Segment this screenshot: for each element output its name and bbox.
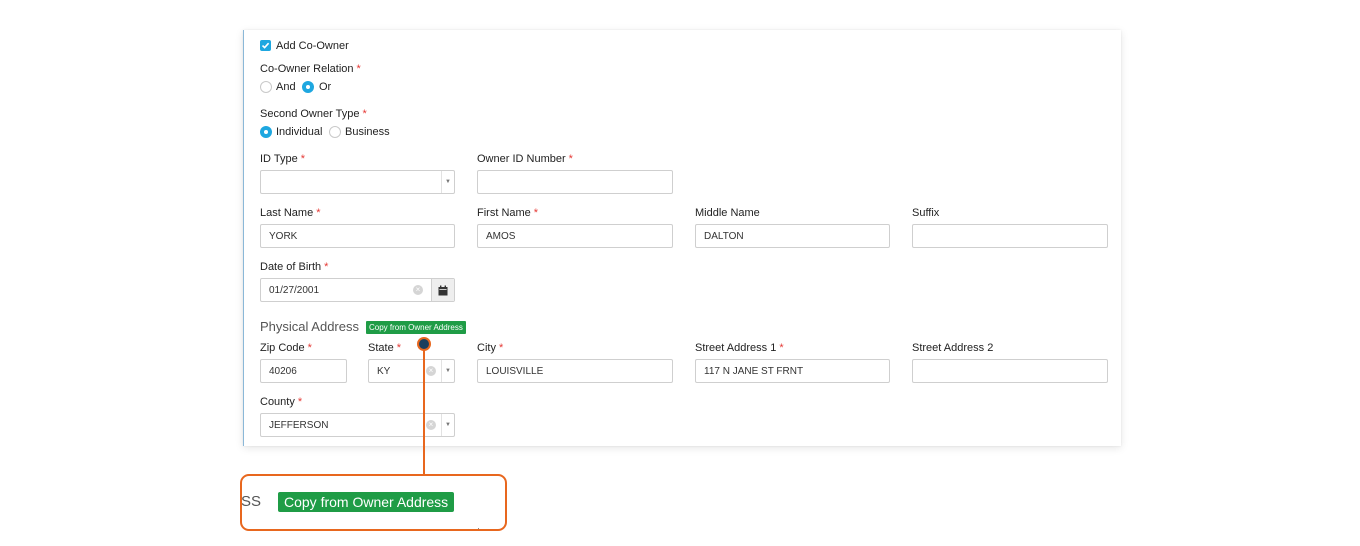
callout-marker [417, 337, 431, 351]
street-address-2-label: Street Address 2 [912, 342, 994, 354]
suffix-label: Suffix [912, 207, 940, 219]
street-address-1-label: Street Address 1 * [695, 342, 784, 354]
chevron-down-icon: ▼ [441, 360, 454, 382]
calendar-button[interactable] [431, 279, 454, 301]
clear-icon[interactable]: × [426, 420, 436, 430]
middle-name-input[interactable]: DALTON [695, 224, 890, 248]
relation-or-radio[interactable] [302, 81, 314, 93]
check-icon [261, 42, 270, 49]
owner-id-number-input[interactable] [477, 170, 673, 194]
co-owner-relation-label: Co-Owner Relation * [260, 63, 361, 75]
zip-code-label: Zip Code * [260, 342, 312, 354]
id-type-label: ID Type * [260, 153, 305, 165]
zip-code-input[interactable]: 40206 [260, 359, 347, 383]
date-of-birth-input[interactable]: 01/27/2001 × [260, 278, 455, 302]
relation-or-label: Or [319, 81, 332, 93]
physical-address-title: Physical Address [260, 319, 359, 334]
add-co-owner-checkbox[interactable] [260, 40, 271, 51]
owner-type-individual-radio[interactable] [260, 126, 272, 138]
city-input[interactable]: LOUISVILLE [477, 359, 673, 383]
clear-icon[interactable]: × [413, 285, 423, 295]
first-name-label: First Name * [477, 207, 539, 219]
street-address-2-input[interactable] [912, 359, 1108, 383]
clear-icon[interactable]: × [426, 366, 436, 376]
owner-type-individual-label: Individual [276, 126, 323, 138]
county-select[interactable]: JEFFERSON × ▼ [260, 413, 455, 437]
callout-connector [423, 350, 425, 474]
first-name-input[interactable]: AMOS [477, 224, 673, 248]
zoom-partial-text: SS [241, 493, 262, 510]
state-select[interactable]: KY × ▼ [368, 359, 455, 383]
state-label: State * [368, 342, 401, 354]
street-address-1-input[interactable]: 117 N JANE ST FRNT [695, 359, 890, 383]
second-owner-type-label: Second Owner Type * [260, 108, 367, 120]
zoom-divider [478, 528, 479, 529]
date-of-birth-label: Date of Birth * [260, 261, 329, 273]
suffix-input[interactable] [912, 224, 1108, 248]
last-name-input[interactable]: YORK [260, 224, 455, 248]
relation-and-label: And [276, 81, 296, 93]
owner-id-number-label: Owner ID Number * [477, 153, 573, 165]
last-name-label: Last Name * [260, 207, 321, 219]
owner-type-business-label: Business [345, 126, 390, 138]
relation-and-radio[interactable] [260, 81, 272, 93]
chevron-down-icon: ▼ [441, 171, 454, 193]
calendar-icon [438, 285, 448, 295]
chevron-down-icon: ▼ [441, 414, 454, 436]
owner-type-business-radio[interactable] [329, 126, 341, 138]
zoom-copy-from-owner-address-button: Copy from Owner Address [278, 492, 455, 512]
add-co-owner-label: Add Co-Owner [276, 40, 349, 52]
id-type-select[interactable]: ▼ [260, 170, 455, 194]
city-label: City * [477, 342, 504, 354]
middle-name-label: Middle Name [695, 207, 760, 219]
copy-from-owner-address-button[interactable]: Copy from Owner Address [366, 321, 466, 334]
county-label: County * [260, 396, 303, 408]
zoom-callout-box: SS Copy from Owner Address [240, 474, 507, 531]
